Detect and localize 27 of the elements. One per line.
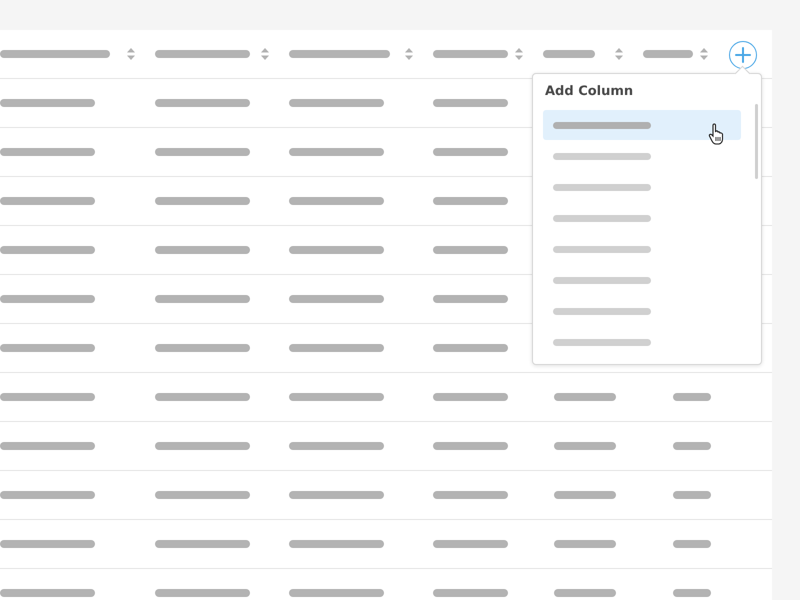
sort-icon[interactable] xyxy=(700,48,708,60)
column-header-placeholder[interactable] xyxy=(155,50,250,58)
text-placeholder xyxy=(554,442,616,450)
text-placeholder xyxy=(673,393,711,401)
scrollbar[interactable] xyxy=(755,104,758,179)
add-column-button[interactable] xyxy=(729,41,757,69)
text-placeholder xyxy=(673,540,711,548)
text-placeholder xyxy=(673,442,711,450)
column-header-placeholder[interactable] xyxy=(289,50,390,58)
text-placeholder xyxy=(673,491,711,499)
column-header-placeholder[interactable] xyxy=(543,50,595,58)
plus-icon xyxy=(735,47,751,63)
column-header-placeholder[interactable] xyxy=(433,50,508,58)
sort-icon[interactable] xyxy=(405,48,413,60)
text-placeholder xyxy=(554,393,616,401)
sort-icon[interactable] xyxy=(615,48,623,60)
sort-icon[interactable] xyxy=(127,48,135,60)
hand-cursor-icon xyxy=(708,123,726,145)
sort-icon[interactable] xyxy=(261,48,269,60)
sort-icon[interactable] xyxy=(515,48,523,60)
text-placeholder xyxy=(554,491,616,499)
text-placeholder xyxy=(554,589,616,597)
text-placeholder xyxy=(673,589,711,597)
column-header-placeholder[interactable] xyxy=(643,50,693,58)
text-placeholder xyxy=(554,540,616,548)
menu-title: Add Column xyxy=(545,83,634,101)
column-header-placeholder[interactable] xyxy=(0,50,110,58)
